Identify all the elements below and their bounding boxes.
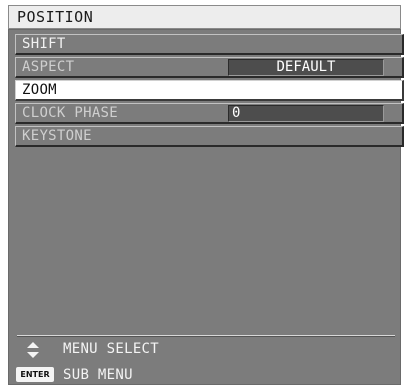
menu-item-shift[interactable]: SHIFT: [15, 34, 404, 55]
menu-item-zoom[interactable]: ZOOM: [15, 80, 404, 101]
menu-item-keystone[interactable]: KEYSTONE: [15, 126, 404, 147]
menu-item-label: ASPECT: [22, 59, 75, 75]
aspect-value: DEFAULT: [276, 59, 336, 75]
menu-item-label: CLOCK PHASE: [22, 105, 119, 121]
projector-osd-menu: POSITION SHIFT ASPECT DEFAULT ZOOM CLOCK…: [0, 0, 408, 392]
menu-item-label: KEYSTONE: [22, 128, 92, 144]
enter-key-icon: ENTER: [16, 367, 54, 382]
menu-item-label: SHIFT: [22, 36, 66, 52]
enter-key-label: ENTER: [20, 370, 50, 379]
up-down-arrow-icon: [27, 342, 39, 358]
menu-title-bar: POSITION: [8, 5, 401, 29]
clock-phase-value-box: 0: [228, 105, 384, 122]
sub-menu-hint: SUB MENU: [63, 367, 133, 383]
aspect-value-box: DEFAULT: [228, 59, 384, 76]
menu-item-label: ZOOM: [22, 82, 57, 98]
menu-title: POSITION: [17, 8, 94, 26]
menu-select-hint: MENU SELECT: [63, 341, 160, 357]
menu-item-aspect[interactable]: ASPECT DEFAULT: [15, 57, 404, 78]
menu-item-clock-phase[interactable]: CLOCK PHASE 0: [15, 103, 404, 124]
footer-divider: [17, 335, 395, 337]
menu-panel: SHIFT ASPECT DEFAULT ZOOM CLOCK PHASE 0 …: [8, 29, 404, 385]
clock-phase-value: 0: [232, 105, 241, 121]
